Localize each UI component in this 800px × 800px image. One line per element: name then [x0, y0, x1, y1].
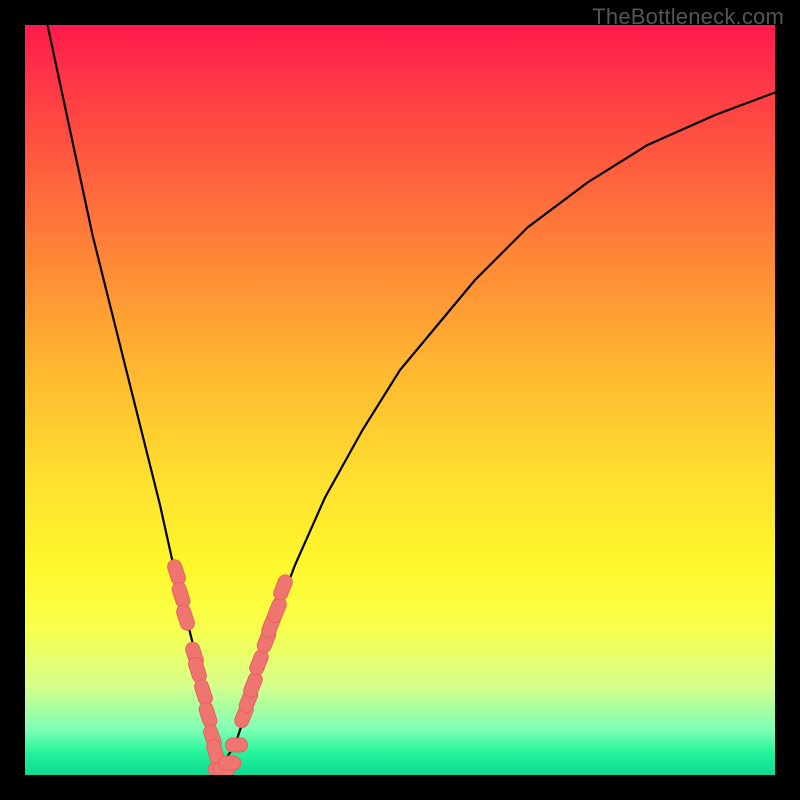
data-marker: [226, 738, 248, 752]
watermark-text: TheBottleneck.com: [592, 4, 784, 30]
bottleneck-curve: [48, 25, 776, 768]
data-markers: [166, 558, 295, 775]
data-marker: [272, 573, 295, 602]
data-marker: [219, 756, 241, 770]
data-marker: [175, 603, 196, 632]
data-marker: [266, 595, 289, 624]
data-marker: [242, 670, 265, 699]
chart-svg: [25, 25, 775, 775]
plot-area: [25, 25, 775, 775]
chart-frame: TheBottleneck.com: [0, 0, 800, 800]
